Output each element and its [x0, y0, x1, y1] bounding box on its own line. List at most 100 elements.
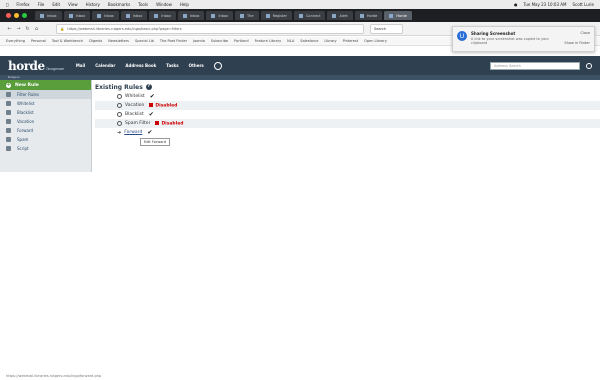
browser-tab[interactable]: Inbox [206, 11, 234, 20]
rule-link[interactable]: Vacation [125, 103, 144, 108]
enabled-check-icon[interactable]: ✔ [147, 129, 152, 136]
enabled-check-icon[interactable]: ✔ [150, 93, 155, 100]
search-icon[interactable] [586, 62, 592, 69]
rule-row: Vacation Disabled [95, 101, 600, 110]
browser-tab[interactable]: Inbox [149, 11, 176, 20]
page-title: Existing Rules ? [95, 82, 600, 92]
user-name[interactable]: Scott Lurie [572, 2, 594, 7]
url-bar[interactable]: 🔒 https://webmail.libraries.rutgers.edu/… [56, 23, 364, 34]
bookmark-item[interactable]: Portland [234, 39, 249, 43]
menu-mail[interactable]: Mail [76, 63, 85, 68]
bookmark-item[interactable]: Joomla [193, 39, 205, 43]
browser-tab-active[interactable]: Horde [384, 11, 412, 20]
horde-logo[interactable]: hordeGroupware [8, 59, 64, 73]
tab-favicon-icon [298, 13, 303, 18]
close-window-button[interactable] [6, 13, 11, 18]
help-icon[interactable]: ? [145, 84, 152, 90]
bookmark-item[interactable]: Pinterest [343, 39, 358, 43]
filter-icon [6, 92, 11, 97]
bookmark-item[interactable]: Personal [31, 39, 46, 43]
browser-tab[interactable]: Connect [293, 11, 326, 20]
rule-link-forward[interactable]: Forward [124, 130, 142, 135]
menu-calendar[interactable]: Calendar [95, 63, 115, 68]
sidebar-item-forward[interactable]: Forward [0, 126, 91, 135]
bookmark-item[interactable]: Digests [89, 39, 102, 43]
rule-link[interactable]: Spam Filter [125, 121, 150, 126]
bookmark-item[interactable]: Newsletters [108, 39, 129, 43]
menu-view[interactable]: View [68, 2, 78, 7]
sidebar-item-whitelist[interactable]: Whitelist [0, 99, 91, 108]
menu-history[interactable]: History [86, 2, 100, 7]
disabled-status[interactable]: Disabled [149, 103, 177, 108]
browser-tab[interactable]: Inbox [177, 11, 205, 20]
bookmark-item[interactable]: The Poet Finder [160, 39, 187, 43]
menu-file[interactable]: File [38, 2, 45, 7]
maximize-window-button[interactable] [22, 13, 27, 18]
sidebar-item-filter-rules[interactable]: Filter Rules [0, 90, 91, 99]
menu-bookmarks[interactable]: Bookmarks [108, 2, 130, 7]
sidebar-item-label: Spam [17, 137, 29, 142]
bookmark-item[interactable]: Library [324, 39, 336, 43]
new-rule-button[interactable]: + New Rule [0, 80, 91, 90]
bookmark-item[interactable]: Open Library [364, 39, 387, 43]
menu-window[interactable]: Window [156, 2, 172, 7]
browser-tab[interactable]: Inbox [63, 11, 91, 20]
gear-icon[interactable] [213, 61, 222, 70]
browser-tab[interactable]: Register [260, 11, 292, 20]
clock[interactable]: Tue May 23 10:03 AM [523, 2, 566, 7]
tab-favicon-icon [125, 13, 130, 18]
rule-link[interactable]: Blacklist [125, 112, 144, 117]
menu-help[interactable]: Help [180, 2, 189, 7]
sidebar-item-blacklist[interactable]: Blacklist [0, 108, 91, 117]
sidebar-item-script[interactable]: Script [0, 144, 91, 153]
tab-label: Register [272, 13, 287, 18]
apple-icon[interactable]:  [6, 2, 8, 7]
browser-tab[interactable]: The [235, 11, 259, 20]
bookmark-item[interactable]: Tool & Workbench [52, 39, 83, 43]
bookmark-item[interactable]: Special Lib [135, 39, 154, 43]
menu-edit[interactable]: Edit [52, 2, 60, 7]
notification-show-button[interactable]: Show in Finder [564, 41, 590, 45]
menu-address-book[interactable]: Address Book [125, 63, 156, 68]
sidebar-item-label: Vacation [17, 119, 35, 124]
plus-icon: + [6, 81, 11, 88]
whitelist-rule-icon [117, 94, 122, 99]
address-search-input[interactable]: Address Search [490, 61, 580, 70]
menu-tasks[interactable]: Tasks [166, 63, 178, 68]
notification-title: Sharing Screenshot [471, 31, 516, 36]
browser-tab[interactable]: Inbox [92, 11, 119, 20]
back-icon[interactable]: ← [6, 26, 13, 32]
browser-tab[interactable]: Inbox [120, 11, 148, 20]
sidebar-item-vacation[interactable]: Vacation [0, 117, 91, 126]
tab-favicon-icon [389, 13, 394, 18]
browser-tab[interactable]: Horde [354, 11, 383, 20]
notification-close-button[interactable]: Close [580, 31, 590, 35]
rule-link[interactable]: Whitelist [125, 94, 145, 99]
tab-label: The [247, 13, 254, 18]
tab-favicon-icon [154, 13, 159, 18]
browser-search-input[interactable]: Search [370, 23, 403, 34]
blacklist-icon [6, 110, 11, 115]
browser-tab[interactable]: Alert [327, 11, 353, 20]
notification-body: A link to your screenshot was copied to … [471, 37, 549, 45]
forward-icon[interactable]: → [15, 26, 22, 32]
tab-label: Alert [339, 13, 348, 18]
browser-tab[interactable]: Inbox [35, 11, 62, 20]
bookmark-item[interactable]: NLA [287, 39, 294, 43]
vacation-rule-icon [117, 103, 122, 108]
home-icon[interactable]: ⌂ [33, 26, 40, 32]
bookmark-item[interactable]: Salesforce [300, 39, 318, 43]
sidebar-item-spam[interactable]: Spam [0, 135, 91, 144]
menu-others[interactable]: Others [189, 63, 204, 68]
reload-icon[interactable]: ↻ [24, 26, 31, 32]
menu-firefox[interactable]: Firefox [16, 2, 29, 7]
bookmark-item[interactable]: Subscribe [211, 39, 228, 43]
minimize-window-button[interactable] [14, 13, 19, 18]
bookmark-item[interactable]: Everything [6, 39, 25, 43]
bookmark-item[interactable]: Feature Library [255, 39, 282, 43]
disabled-status[interactable]: Disabled [155, 121, 183, 126]
sidebar-item-label: Filter Rules [17, 92, 39, 97]
menu-tools[interactable]: Tools [138, 2, 148, 7]
enabled-check-icon[interactable]: ✔ [149, 111, 154, 118]
wifi-icon[interactable]: ● [514, 2, 518, 7]
